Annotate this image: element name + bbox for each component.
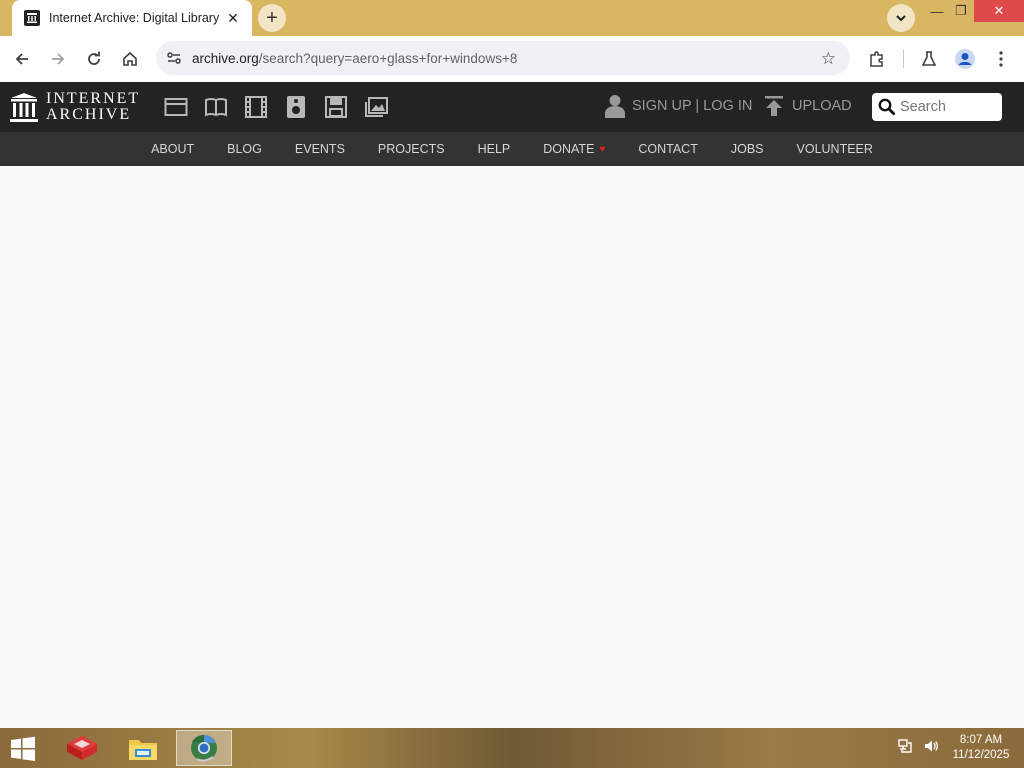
profile-avatar-icon (955, 49, 975, 69)
tab-title: Internet Archive: Digital Library (49, 11, 220, 25)
nav-donate[interactable]: DONATE ♥ (543, 142, 605, 156)
ia-logo[interactable]: INTERNET ARCHIVE (10, 91, 140, 123)
upload-icon (765, 96, 783, 116)
flask-icon (921, 51, 937, 66)
images-icon[interactable] (364, 95, 388, 119)
browser-tab-strip: Internet Archive: Digital Library ✕ + — … (0, 0, 1024, 36)
window-close-button[interactable]: ✕ (974, 0, 1024, 22)
reload-icon (88, 51, 100, 65)
more-vert-icon (999, 51, 1003, 67)
extensions-button[interactable] (866, 48, 888, 70)
system-clock[interactable]: 8:07 AM 11/12/2025 (946, 733, 1016, 763)
url-text: archive.org/search?query=aero+glass+for+… (192, 51, 517, 66)
site-info-icon[interactable] (166, 50, 182, 66)
browser-toolbar: archive.org/search?query=aero+glass+for+… (0, 36, 1024, 82)
volume-icon[interactable] (923, 738, 939, 754)
back-button[interactable] (9, 46, 35, 72)
labs-button[interactable] (918, 48, 940, 70)
chrome-browser-icon[interactable] (176, 730, 232, 766)
texts-icon[interactable] (204, 95, 228, 119)
home-icon (123, 51, 137, 66)
archive-favicon-icon (24, 10, 40, 26)
back-arrow-icon (15, 53, 28, 65)
signup-label: SIGN UP | LOG IN (632, 98, 753, 114)
nav-donate-label: DONATE (543, 142, 595, 156)
home-button[interactable] (117, 46, 143, 72)
nav-about[interactable]: ABOUT (151, 142, 194, 156)
nav-projects[interactable]: PROJECTS (378, 142, 445, 156)
web-icon[interactable] (164, 95, 188, 119)
browser-tab[interactable]: Internet Archive: Digital Library ✕ (12, 0, 252, 36)
system-tray (897, 738, 939, 754)
upload-label: UPLOAD (792, 98, 852, 114)
nav-blog[interactable]: BLOG (227, 142, 262, 156)
logo-line2: ARCHIVE (46, 106, 132, 123)
ia-top-bar: INTERNET ARCHIVE SIGN UP | LOG IN UPLOAD (0, 82, 1024, 132)
network-icon[interactable] (897, 738, 913, 754)
archive-temple-icon (10, 92, 38, 122)
file-explorer-icon[interactable] (115, 730, 171, 766)
restore-button[interactable]: ❐ (946, 0, 976, 22)
address-bar[interactable]: archive.org/search?query=aero+glass+for+… (156, 41, 850, 75)
nav-help[interactable]: HELP (478, 142, 511, 156)
forward-arrow-icon (52, 53, 65, 65)
clock-time: 8:07 AM (959, 734, 1003, 746)
nav-contact[interactable]: CONTACT (638, 142, 698, 156)
menu-button[interactable] (990, 48, 1012, 70)
heart-icon: ♥ (599, 143, 606, 155)
tab-search-button[interactable] (887, 4, 915, 32)
windows-taskbar: 8:07 AM 11/12/2025 (0, 728, 1024, 768)
url-path: /search?query=aero+glass+for+windows+8 (258, 50, 518, 66)
reload-button[interactable] (81, 46, 107, 72)
logo-line1: INTERNET (46, 90, 141, 107)
nav-events[interactable]: EVENTS (295, 142, 345, 156)
ia-search-input[interactable] (900, 99, 996, 115)
audio-icon[interactable] (284, 95, 308, 119)
user-icon (605, 95, 625, 118)
toolbar-divider (903, 50, 904, 68)
new-tab-button[interactable]: + (258, 4, 286, 32)
url-host: archive.org (192, 50, 259, 66)
clock-date: 11/12/2025 (952, 749, 1010, 761)
signup-login-link[interactable]: SIGN UP | LOG IN (604, 94, 752, 118)
forward-button[interactable] (45, 46, 71, 72)
profile-button[interactable] (954, 48, 976, 70)
red-cube-app-icon[interactable] (54, 730, 110, 766)
chevron-down-icon (896, 15, 906, 22)
video-icon[interactable] (244, 95, 268, 119)
search-icon[interactable] (878, 98, 896, 116)
page-content-area (0, 166, 1024, 728)
windows-start-icon[interactable] (10, 736, 36, 762)
ia-wordmark: INTERNET ARCHIVE (46, 91, 140, 123)
software-icon[interactable] (324, 95, 348, 119)
ia-secondary-nav: ABOUT BLOG EVENTS PROJECTS HELP DONATE ♥ … (0, 132, 1024, 166)
nav-jobs[interactable]: JOBS (731, 142, 764, 156)
upload-link[interactable]: UPLOAD (764, 95, 852, 117)
media-type-icons (164, 95, 388, 119)
bookmark-star-icon[interactable]: ☆ (821, 49, 836, 69)
tab-close-icon[interactable]: ✕ (224, 10, 242, 27)
puzzle-icon (870, 51, 883, 67)
nav-volunteer[interactable]: VOLUNTEER (797, 142, 873, 156)
ia-search-box[interactable] (872, 93, 1002, 121)
